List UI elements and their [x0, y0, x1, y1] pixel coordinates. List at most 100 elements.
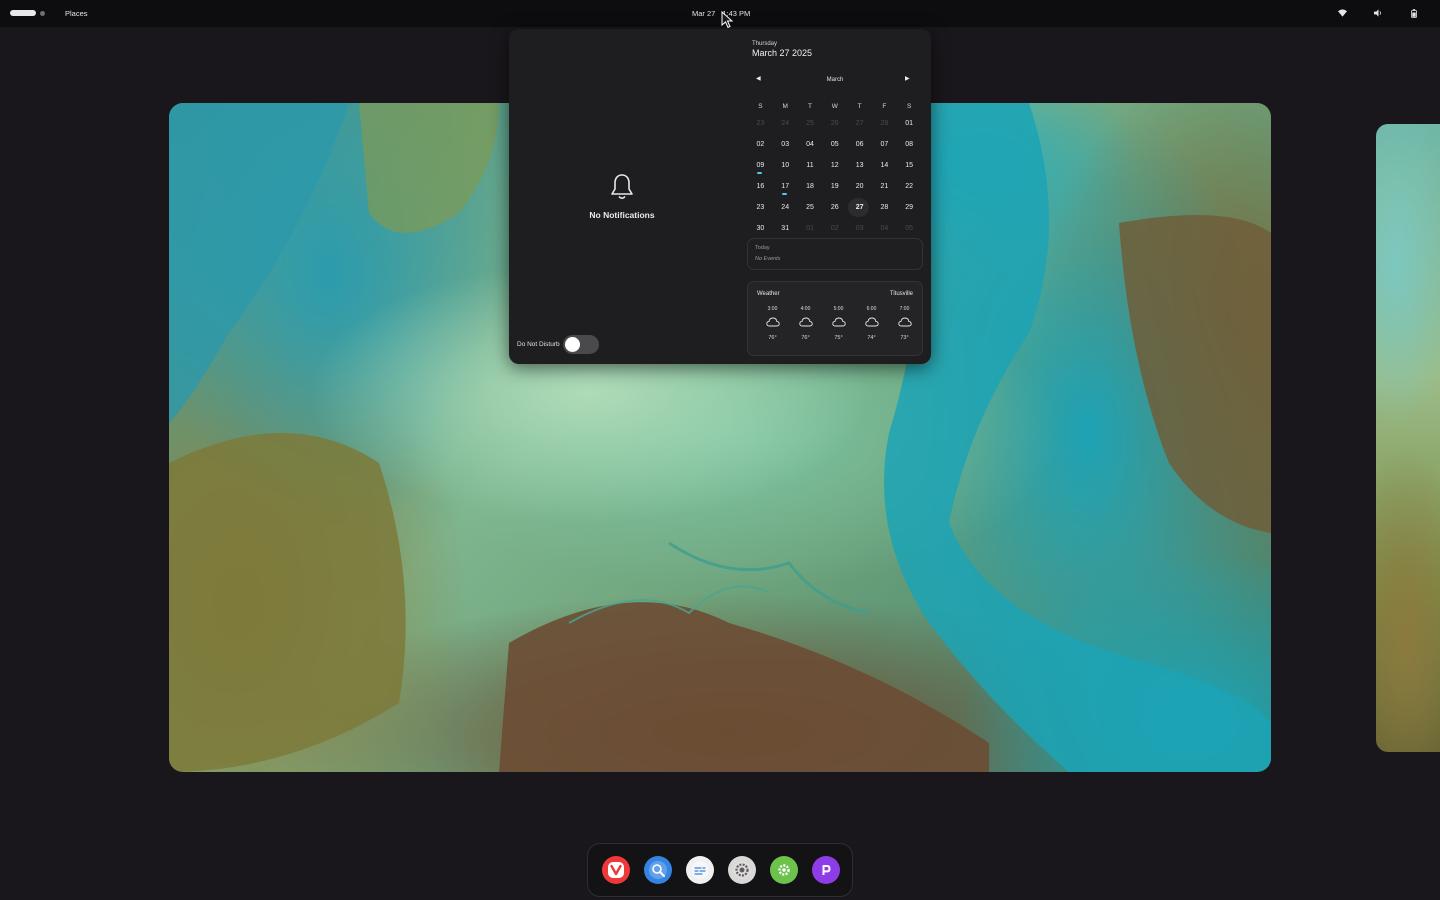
- calendar-day[interactable]: 30: [748, 218, 773, 239]
- forecast-temperature: 75°: [834, 335, 843, 341]
- calendar-day[interactable]: 11: [798, 155, 823, 176]
- calendar-day[interactable]: 26: [822, 197, 847, 218]
- dock: [587, 843, 853, 897]
- no-events-label: No Events: [755, 256, 781, 262]
- notification-list: No Notifications Do Not Disturb: [509, 29, 739, 364]
- calendar-day[interactable]: 28: [872, 113, 897, 134]
- calendar-week: 09 10 11 12 13 14 15: [748, 155, 922, 176]
- calendar-grid: SMTWTFS 23 24 25 26 27 28 01 02 03 04 05 06 07 08 09 10…: [748, 99, 922, 239]
- calendar-day[interactable]: 02: [748, 134, 773, 155]
- calendar-day[interactable]: 17: [773, 176, 798, 197]
- calendar-day[interactable]: 14: [872, 155, 897, 176]
- switch-knob: [565, 337, 580, 352]
- calendar-day[interactable]: 25: [798, 113, 823, 134]
- calendar-week: 16 17 18 19 20 21 22: [748, 176, 922, 197]
- calendar-day[interactable]: 27: [847, 113, 872, 134]
- calendar-weekday[interactable]: Thursday: [752, 41, 777, 47]
- system-tray[interactable]: [1336, 7, 1420, 19]
- calendar-day[interactable]: 18: [798, 176, 823, 197]
- day-header: T: [808, 102, 812, 110]
- calendar-day[interactable]: 20: [847, 176, 872, 197]
- calendar-day[interactable]: 22: [897, 176, 922, 197]
- calendar-day[interactable]: 24: [773, 113, 798, 134]
- month-label: March: [826, 77, 844, 83]
- calendar-day[interactable]: 05: [822, 134, 847, 155]
- calendar-day[interactable]: 13: [847, 155, 872, 176]
- next-month-button[interactable]: ▶: [905, 75, 910, 82]
- calendar-day[interactable]: 15: [897, 155, 922, 176]
- calendar-day[interactable]: 23: [748, 113, 773, 134]
- cloud-icon: [798, 317, 813, 327]
- forecast-temperature: 76°: [801, 335, 810, 341]
- calendar-day[interactable]: 01: [897, 113, 922, 134]
- calendar-day[interactable]: 07: [872, 134, 897, 155]
- day-header: S: [907, 102, 912, 110]
- do-not-disturb-switch[interactable]: [563, 335, 599, 354]
- forecast-hour: 6:00 74°: [855, 306, 888, 341]
- calendar-day[interactable]: 25: [798, 197, 823, 218]
- calendar-day[interactable]: 03: [847, 218, 872, 239]
- day-header: F: [882, 102, 887, 110]
- calendar-panel: Thursday March 27 2025 ◀ March ▶ SMTWTFS…: [747, 29, 931, 364]
- calendar-day[interactable]: 02: [822, 218, 847, 239]
- day-header: T: [857, 102, 862, 110]
- calendar-week: 02 03 04 05 06 07 08: [748, 134, 922, 155]
- cloud-icon: [864, 317, 879, 327]
- weather-location: Titusville: [889, 291, 913, 297]
- battery-icon[interactable]: [1408, 7, 1420, 19]
- workspace-indicator[interactable]: [40, 11, 45, 16]
- bell-icon: [611, 174, 633, 200]
- calendar-day[interactable]: 19: [822, 176, 847, 197]
- workspace-indicator-active[interactable]: [10, 10, 36, 16]
- calendar-day[interactable]: 03: [773, 134, 798, 155]
- calendar-day[interactable]: 08: [897, 134, 922, 155]
- wifi-icon[interactable]: [1336, 7, 1348, 19]
- web-browser-icon[interactable]: [644, 856, 672, 884]
- forecast-time: 3:00: [767, 306, 778, 312]
- calendar-day-headers: SMTWTFS: [748, 99, 922, 113]
- calendar-day[interactable]: 05: [897, 218, 922, 239]
- calendar-day[interactable]: 23: [748, 197, 773, 218]
- forecast-time: 5:00: [833, 306, 844, 312]
- calendar-day[interactable]: 16: [748, 176, 773, 197]
- calendar-day[interactable]: 12: [822, 155, 847, 176]
- events-section[interactable]: Today No Events: [747, 238, 923, 270]
- forecast-time: 6:00: [866, 306, 877, 312]
- weather-forecast: 3:00 76° 4:00 76° 5:00 75° 6:00 74° 7:00 73°: [756, 306, 921, 341]
- app-store-icon[interactable]: [770, 856, 798, 884]
- calendar-day[interactable]: 01: [798, 218, 823, 239]
- workspace-preview-next[interactable]: [1376, 124, 1440, 752]
- calendar-week: 30 31 01 02 03 04 05: [748, 218, 922, 239]
- cloud-icon: [831, 317, 846, 327]
- cloud-icon: [765, 317, 780, 327]
- forecast-temperature: 74°: [867, 335, 876, 341]
- do-not-disturb-label: Do Not Disturb: [517, 341, 560, 348]
- day-header: S: [758, 102, 763, 110]
- calendar-day[interactable]: 24: [773, 197, 798, 218]
- calendar-day[interactable]: 04: [872, 218, 897, 239]
- calendar-day[interactable]: 26: [822, 113, 847, 134]
- forecast-time: 7:00: [899, 306, 910, 312]
- calendar-day[interactable]: 29: [897, 197, 922, 218]
- weather-section[interactable]: Weather Titusville 3:00 76° 4:00 76° 5:00 75°…: [747, 281, 923, 356]
- calendar-day[interactable]: 06: [847, 134, 872, 155]
- calendar-day[interactable]: 31: [773, 218, 798, 239]
- forecast-hour: 3:00 76°: [756, 306, 789, 341]
- month-navigator: ◀ March ▶: [747, 74, 931, 88]
- calendar-day-today[interactable]: 27: [847, 197, 872, 218]
- text-editor-icon[interactable]: [686, 856, 714, 884]
- calendar-day[interactable]: 10: [773, 155, 798, 176]
- calendar-day[interactable]: 04: [798, 134, 823, 155]
- no-notifications-label: No Notifications: [589, 210, 655, 220]
- vivaldi-icon[interactable]: [602, 856, 630, 884]
- calendar-full-date[interactable]: March 27 2025: [752, 48, 812, 58]
- calendar-day[interactable]: 28: [872, 197, 897, 218]
- forecast-hour: 5:00 75°: [822, 306, 855, 341]
- settings-icon[interactable]: [728, 856, 756, 884]
- proton-pass-icon[interactable]: [812, 856, 840, 884]
- calendar-day[interactable]: 09: [748, 155, 773, 176]
- volume-icon[interactable]: [1372, 7, 1384, 19]
- calendar-day[interactable]: 21: [872, 176, 897, 197]
- forecast-temperature: 76°: [768, 335, 777, 341]
- places-menu[interactable]: Places: [65, 9, 88, 18]
